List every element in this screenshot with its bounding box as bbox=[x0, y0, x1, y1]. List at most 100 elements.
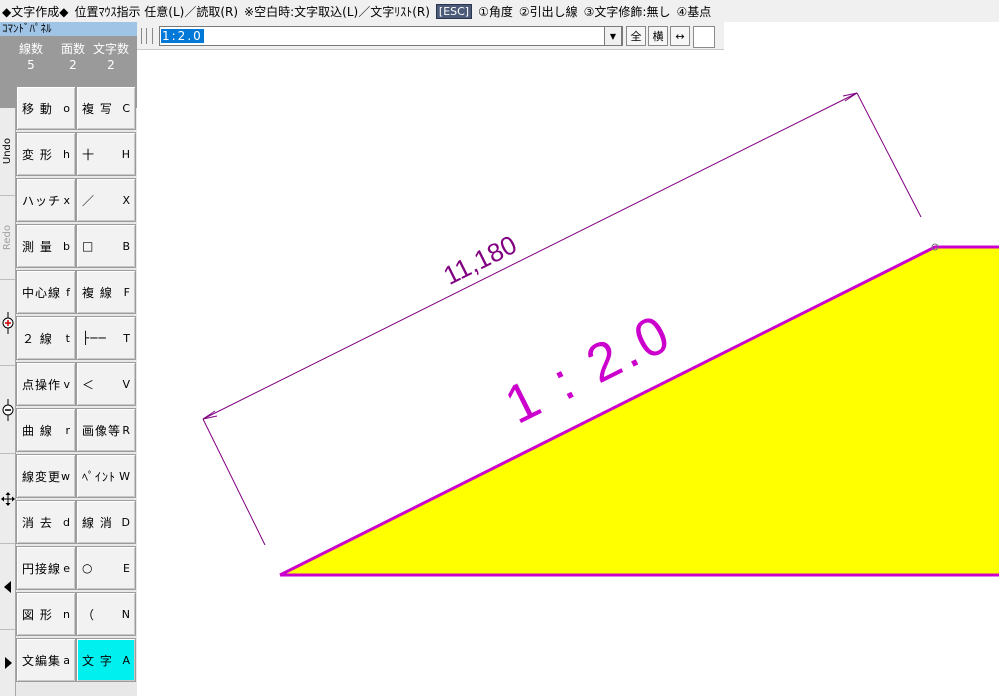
drawing-canvas[interactable]: 11,180 1 : 2.0 bbox=[137, 50, 999, 696]
command-button[interactable]: 文編集 a bbox=[16, 638, 76, 682]
command-button-key: o bbox=[63, 101, 70, 115]
side-strip: Undo Redo bbox=[0, 108, 16, 696]
dimension-extension-line-left[interactable] bbox=[202, 418, 266, 546]
command-button[interactable]: 複 線F bbox=[76, 270, 136, 314]
command-button[interactable]: 文 字A bbox=[76, 638, 136, 682]
command-button-label: 曲 線 bbox=[22, 423, 53, 438]
command-button-key: N bbox=[121, 607, 130, 621]
command-button-label: 複 写 bbox=[82, 101, 113, 116]
command-button-label: ２ 線 bbox=[22, 331, 53, 346]
command-button[interactable]: ＜ V bbox=[76, 362, 136, 406]
scroll-right-button[interactable] bbox=[0, 630, 15, 696]
command-button-label: ＜ bbox=[82, 377, 96, 392]
esc-badge[interactable]: [ESC] bbox=[435, 3, 473, 19]
command-button[interactable]: 画像等 R bbox=[76, 408, 136, 452]
command-button-key: v bbox=[63, 377, 70, 391]
stat-lines: 線数 5 bbox=[14, 40, 48, 72]
command-button[interactable]: （N bbox=[76, 592, 136, 636]
command-button[interactable]: 変 形h bbox=[16, 132, 76, 176]
spacing-button[interactable]: ↔ bbox=[670, 26, 690, 46]
zoom-in-button[interactable] bbox=[0, 280, 15, 366]
dimension-text[interactable]: 11,180 bbox=[439, 229, 522, 291]
command-button-key: f bbox=[66, 285, 70, 299]
command-button[interactable]: 図 形n bbox=[16, 592, 76, 636]
color-box[interactable] bbox=[693, 26, 715, 48]
command-button-label: 点操作 bbox=[22, 377, 62, 392]
option-leader[interactable]: ②引出し線 bbox=[519, 3, 578, 20]
redo-button[interactable]: Redo bbox=[0, 196, 15, 280]
command-button[interactable]: ○ E bbox=[76, 546, 136, 590]
stat-value: 2 bbox=[107, 58, 115, 72]
zoom-out-button[interactable] bbox=[0, 366, 15, 454]
command-button-key: C bbox=[122, 101, 130, 115]
stat-faces: 面数 2 bbox=[56, 40, 90, 72]
command-button-key: X bbox=[122, 193, 130, 207]
command-button-key: h bbox=[63, 147, 70, 161]
command-button-label: 移 動 bbox=[22, 101, 53, 116]
command-button-key: a bbox=[63, 653, 70, 667]
command-button-label: ハッチ bbox=[22, 193, 62, 208]
triangle-left-icon bbox=[3, 580, 11, 593]
text-toolbar: 1:2.0 ▼ 全 横 ↔ bbox=[137, 22, 724, 50]
command-button[interactable]: 十H bbox=[76, 132, 136, 176]
command-panel: ｺﾏﾝﾄﾞﾊﾟﾈﾙ 線数 5 面数 2 文字数 2 Undo Redo 移 動 … bbox=[0, 22, 137, 696]
command-button-key: d bbox=[63, 515, 70, 529]
command-button[interactable]: 円接線 e bbox=[16, 546, 76, 590]
command-button[interactable]: 中心線 f bbox=[16, 270, 76, 314]
stat-label: 線数 bbox=[18, 42, 43, 56]
scroll-left-button[interactable] bbox=[0, 544, 15, 630]
toolbar-grip-icon[interactable] bbox=[141, 28, 153, 44]
command-button[interactable]: 点操作 v bbox=[16, 362, 76, 406]
command-button[interactable]: ハッチ x bbox=[16, 178, 76, 222]
command-button-label: 十 bbox=[82, 147, 96, 162]
command-button[interactable]: 消 去d bbox=[16, 500, 76, 544]
text-history-dropdown[interactable]: ▼ bbox=[604, 26, 622, 46]
command-button[interactable]: ├── T bbox=[76, 316, 136, 360]
option-decoration[interactable]: ③文字修飾:無し bbox=[584, 3, 671, 20]
command-button-key: E bbox=[123, 561, 130, 575]
dropdown-arrow-icon: ▼ bbox=[609, 31, 617, 41]
command-button-label: 複 線 bbox=[82, 285, 113, 300]
command-button[interactable]: 線変更 w bbox=[16, 454, 76, 498]
command-button-label: 線変更 bbox=[22, 469, 62, 484]
command-button[interactable]: ／ X bbox=[76, 178, 136, 222]
text-input-value: 1:2.0 bbox=[161, 29, 204, 43]
option-basepoint[interactable]: ④基点 bbox=[676, 3, 711, 20]
pan-button[interactable] bbox=[0, 454, 15, 544]
command-button-label: 線 消 bbox=[82, 515, 113, 530]
command-button-label: 画像等 bbox=[82, 423, 122, 438]
command-button-key: F bbox=[123, 285, 130, 299]
command-button[interactable]: 測 量b bbox=[16, 224, 76, 268]
command-button-label: 文編集 bbox=[22, 653, 62, 668]
command-button-key: W bbox=[119, 469, 130, 483]
command-button[interactable]: 複 写C bbox=[76, 86, 136, 130]
panel-title: ｺﾏﾝﾄﾞﾊﾟﾈﾙ bbox=[0, 22, 137, 36]
command-button-key: b bbox=[63, 239, 70, 253]
command-button[interactable]: 線 消D bbox=[76, 500, 136, 544]
command-button-key: H bbox=[121, 147, 130, 161]
command-button-key: D bbox=[121, 515, 130, 529]
command-button[interactable]: 移 動o bbox=[16, 86, 76, 130]
command-button-key: t bbox=[65, 331, 70, 345]
horizontal-button[interactable]: 横 bbox=[648, 26, 668, 46]
command-button-key: T bbox=[123, 331, 130, 345]
command-button-key: n bbox=[63, 607, 70, 621]
command-button[interactable]: ﾍﾟｲﾝﾄ W bbox=[76, 454, 136, 498]
all-button[interactable]: 全 bbox=[626, 26, 646, 46]
stat-texts: 文字数 2 bbox=[88, 40, 134, 72]
option-angle[interactable]: ①角度 bbox=[478, 3, 513, 20]
command-button-key: r bbox=[65, 423, 70, 437]
command-button-label: ○ bbox=[82, 561, 94, 575]
command-button[interactable]: 曲 線r bbox=[16, 408, 76, 452]
zoom-out-icon bbox=[2, 398, 13, 421]
text-input[interactable]: 1:2.0 bbox=[159, 26, 623, 46]
command-button-label: 消 去 bbox=[22, 515, 53, 530]
command-button[interactable]: ２ 線 t bbox=[16, 316, 76, 360]
command-button[interactable]: □ B bbox=[76, 224, 136, 268]
command-button-label: □ bbox=[82, 239, 95, 253]
undo-button[interactable]: Undo bbox=[0, 108, 15, 196]
triangle-right-icon bbox=[4, 657, 12, 669]
command-button-key: B bbox=[122, 239, 130, 253]
command-button-label: 文 字 bbox=[82, 653, 113, 668]
dimension-extension-line-right[interactable] bbox=[856, 92, 922, 218]
